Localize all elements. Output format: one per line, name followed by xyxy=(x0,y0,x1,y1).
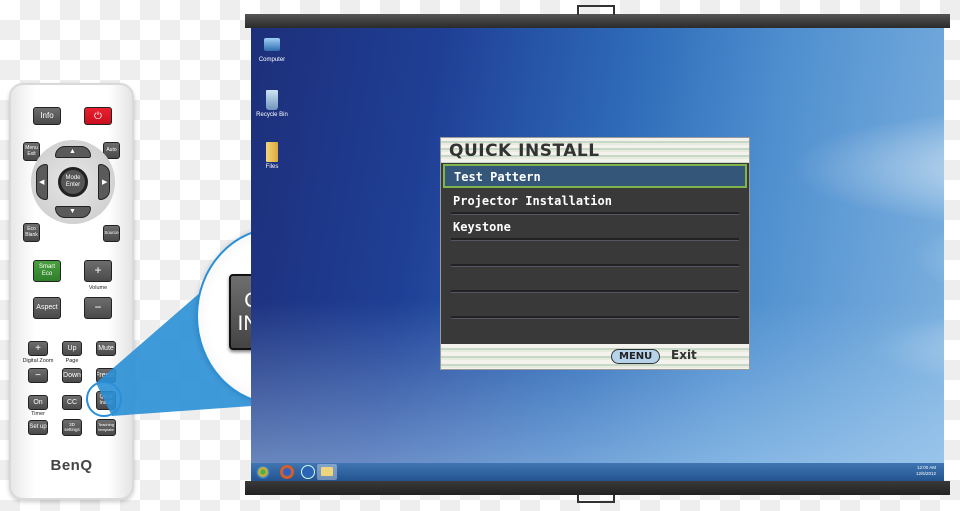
exit-label: Exit xyxy=(671,348,697,362)
down-button[interactable]: ▼ xyxy=(55,206,91,218)
benq-logo: BenQ xyxy=(50,457,93,474)
zoom-in-button[interactable]: + xyxy=(28,341,48,356)
clock-time[interactable]: 12:00 AM xyxy=(916,465,936,471)
arrow-left-icon: ◀ xyxy=(39,179,45,186)
remote-control: Info ⏻ Menu Exit Auto ▲ ▼ ◀ ▶ Mode Enter… xyxy=(9,83,134,500)
taskbar-folder[interactable] xyxy=(317,464,337,480)
aspect-button[interactable]: Aspect xyxy=(33,297,61,319)
system-tray: 12:00 AM 12/6/2012 xyxy=(916,465,936,477)
eco-blank-button[interactable]: Eco Blank xyxy=(23,223,40,242)
quick-install-menu: QUICK INSTALL Test Pattern Projector Ins… xyxy=(440,137,750,370)
volume-label: Volume xyxy=(88,285,108,291)
screen-top-handle xyxy=(577,5,615,15)
menu-item-empty xyxy=(451,292,739,318)
cc-button[interactable]: CC xyxy=(62,395,82,410)
mode-enter-button[interactable]: Mode Enter xyxy=(58,167,88,197)
menu-item-empty xyxy=(451,266,739,292)
firefox-icon[interactable] xyxy=(280,465,294,479)
taskbar: 12:00 AM 12/6/2012 xyxy=(251,463,944,481)
up-button[interactable]: ▲ xyxy=(55,146,91,158)
menu-item-projector-installation[interactable]: Projector Installation xyxy=(451,188,739,214)
right-button[interactable]: ▶ xyxy=(98,164,110,200)
recycle-bin-icon xyxy=(266,90,278,110)
clock-date[interactable]: 12/6/2012 xyxy=(916,471,936,477)
left-button[interactable]: ◀ xyxy=(36,164,48,200)
timer-label: Timer xyxy=(31,411,45,417)
menu-item-empty xyxy=(451,240,739,266)
desktop-icon-recycle-bin[interactable]: Recycle Bin xyxy=(252,90,292,118)
mute-button[interactable]: Mute xyxy=(96,341,116,356)
desktop-icon-files[interactable]: Files xyxy=(252,142,292,170)
source-button[interactable]: Source xyxy=(103,225,120,242)
arrow-up-icon: ▲ xyxy=(69,148,76,155)
highlight-circle xyxy=(86,381,122,417)
arrow-down-icon: ▼ xyxy=(69,208,76,215)
digital-zoom-label: Digital Zoom xyxy=(22,358,54,364)
volume-up-button[interactable]: + xyxy=(84,260,112,282)
menu-item-keystone[interactable]: Keystone xyxy=(451,214,739,240)
computer-icon xyxy=(264,38,280,51)
menu-footer: MENU Exit xyxy=(441,344,749,369)
volume-down-button[interactable]: − xyxy=(84,297,112,319)
power-icon: ⏻ xyxy=(94,110,102,122)
desktop-icon-computer[interactable]: Computer xyxy=(252,38,292,63)
screen-top-bar xyxy=(245,14,950,28)
page-down-button[interactable]: Down xyxy=(62,368,82,383)
folder-icon xyxy=(321,467,333,476)
setup-button[interactable]: Set up xyxy=(28,420,48,435)
menu-item-test-pattern[interactable]: Test Pattern xyxy=(443,164,747,188)
screen-bottom-bar xyxy=(245,481,950,495)
menu-title: QUICK INSTALL xyxy=(441,138,749,163)
info-button[interactable]: Info xyxy=(33,107,61,125)
page-up-button[interactable]: Up xyxy=(62,341,82,356)
3d-settings-button[interactable]: 3D settings xyxy=(62,419,82,436)
screen-bottom-handle xyxy=(577,495,615,503)
teaching-template-button[interactable]: Teaching template xyxy=(96,419,116,436)
smart-eco-button[interactable]: Smart Eco xyxy=(33,260,61,282)
power-button[interactable]: ⏻ xyxy=(84,107,112,125)
arrow-right-icon: ▶ xyxy=(102,179,108,186)
menu-key-badge[interactable]: MENU xyxy=(611,349,661,364)
dpad: ▲ ▼ ◀ ▶ Mode Enter xyxy=(31,140,115,224)
app-icon[interactable] xyxy=(301,465,315,479)
folder-icon xyxy=(266,142,278,162)
page-label: Page xyxy=(65,358,79,364)
start-button[interactable] xyxy=(256,465,270,479)
timer-on-button[interactable]: On xyxy=(28,395,48,410)
zoom-out-button[interactable]: − xyxy=(28,368,48,383)
